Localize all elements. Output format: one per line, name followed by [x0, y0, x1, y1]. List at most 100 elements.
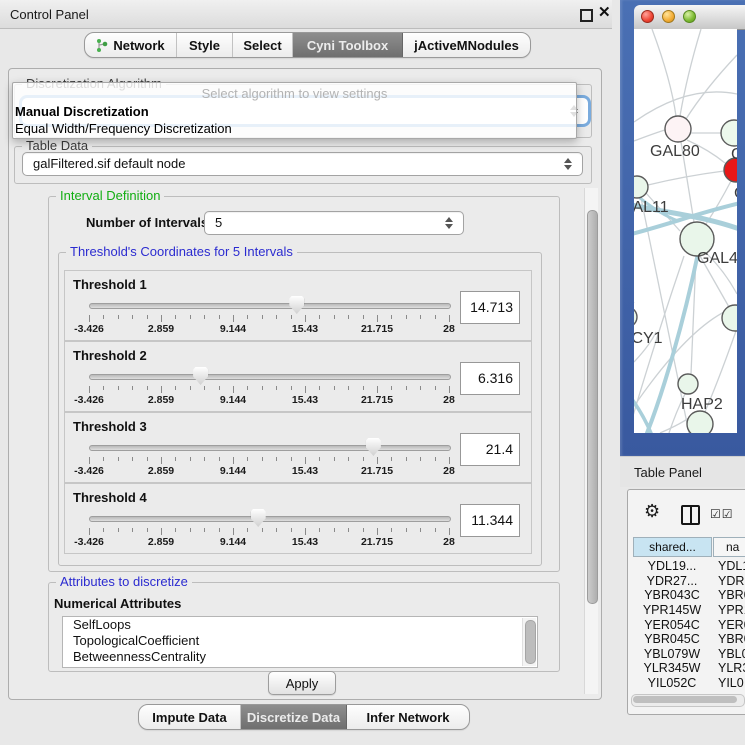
cell-shared-name[interactable]: YER054C: [632, 618, 712, 632]
column-header-shared-name[interactable]: shared...: [633, 537, 712, 557]
table-row[interactable]: YPR145WYPR1: [632, 603, 745, 618]
slider-track[interactable]: [89, 516, 451, 522]
tab-label: Style: [189, 38, 220, 53]
tab-network[interactable]: Network: [85, 33, 177, 57]
attribute-item[interactable]: BetweennessCentrality: [63, 649, 537, 665]
cell-shared-name[interactable]: YLR345W: [632, 661, 712, 675]
threshold-slider[interactable]: -3.4262.8599.14415.4321.71528: [89, 484, 451, 553]
list-scrollbar[interactable]: [522, 618, 536, 666]
network-node[interactable]: [665, 116, 691, 142]
table-data-combobox[interactable]: galFiltered.sif default node: [22, 152, 583, 176]
cell-name[interactable]: YIL0: [712, 676, 744, 690]
cell-shared-name[interactable]: YDL19...: [632, 559, 712, 573]
attribute-item[interactable]: SelfLoops: [63, 617, 537, 633]
list-scrollbar-thumb[interactable]: [525, 620, 536, 664]
cell-name[interactable]: YDR2: [712, 574, 745, 588]
threshold-row: Threshold 2 -3.4262.8599.14415.4321.7152…: [64, 341, 532, 412]
cell-shared-name[interactable]: YBR043C: [632, 588, 712, 602]
threshold-value-field[interactable]: 6.316: [460, 362, 520, 395]
tab-impute-data[interactable]: Impute Data: [139, 705, 241, 729]
network-canvas[interactable]: GAL80 G. GAL11 C GAL4 GCY1 H HAP2: [634, 29, 737, 433]
slider-thumb[interactable]: [289, 296, 304, 314]
tab-cyni-toolbox[interactable]: Cyni Toolbox: [293, 33, 403, 57]
cell-shared-name[interactable]: YDR27...: [632, 574, 712, 588]
group-title: Attributes to discretize: [56, 574, 192, 589]
tab-discretize-data[interactable]: Discretize Data: [241, 705, 347, 729]
threshold-value-field[interactable]: 11.344: [460, 504, 520, 537]
threshold-slider[interactable]: -3.4262.8599.14415.4321.71528: [89, 413, 451, 482]
slider-track[interactable]: [89, 303, 451, 309]
cell-shared-name[interactable]: YBR045C: [632, 632, 712, 646]
table-horizontal-scrollbar-thumb[interactable]: [633, 696, 737, 703]
cell-shared-name[interactable]: YBL079W: [632, 647, 712, 661]
cell-shared-name[interactable]: YIL052C: [632, 676, 712, 690]
slider-track[interactable]: [89, 374, 451, 380]
tab-jactivemnodules[interactable]: jActiveMNodules: [403, 33, 530, 57]
cell-shared-name[interactable]: YPR145W: [632, 603, 712, 617]
table-row[interactable]: YLR345WYLR3: [632, 661, 745, 676]
combo-value: galFiltered.sif default node: [33, 156, 185, 171]
network-node[interactable]: [678, 374, 698, 394]
combo-arrows-icon: [564, 158, 572, 170]
tab-infer-network[interactable]: Infer Network: [347, 705, 469, 729]
cell-name[interactable]: YPR1: [712, 603, 745, 617]
tab-label: jActiveMNodules: [414, 38, 519, 53]
tab-label: Infer Network: [366, 710, 449, 725]
table-row[interactable]: YIL052CYIL0: [632, 676, 745, 691]
num-intervals-combobox[interactable]: 5: [204, 211, 464, 235]
table-row[interactable]: YBR045CYBR0: [632, 632, 745, 647]
node-label: GCY1: [634, 330, 663, 347]
gear-icon[interactable]: ⚙: [644, 502, 660, 520]
threshold-value-field[interactable]: 21.4: [460, 433, 520, 466]
minimize-traffic-light[interactable]: [662, 10, 675, 23]
cell-name[interactable]: YDL1: [712, 559, 745, 573]
table-row[interactable]: YDL19...YDL1: [632, 559, 745, 574]
columns-icon[interactable]: [681, 505, 700, 525]
threshold-slider[interactable]: -3.4262.8599.14415.4321.71528: [89, 342, 451, 411]
network-graph: GAL80 G. GAL11 C GAL4 GCY1 H HAP2: [634, 29, 737, 433]
popup-option-manual-discretization[interactable]: Manual Discretization: [13, 103, 576, 120]
slider-track[interactable]: [89, 445, 451, 451]
column-header-name[interactable]: na: [713, 537, 745, 557]
apply-button[interactable]: Apply: [268, 671, 336, 695]
attribute-item[interactable]: TopologicalCoefficient: [63, 633, 537, 649]
cell-name[interactable]: YBR0: [712, 588, 745, 602]
tab-label: Select: [243, 38, 281, 53]
tab-select[interactable]: Select: [233, 33, 293, 57]
panel-scrollbar[interactable]: [584, 188, 598, 694]
table-row[interactable]: YER054CYER0: [632, 617, 745, 632]
network-window-titlebar[interactable]: [634, 5, 745, 30]
popup-option-equal-width[interactable]: Equal Width/Frequency Discretization: [13, 120, 576, 137]
slider-thumb[interactable]: [193, 367, 208, 385]
slider-thumb[interactable]: [251, 509, 266, 527]
slider-thumb[interactable]: [366, 438, 381, 456]
cell-name[interactable]: YER0: [712, 618, 745, 632]
table-row[interactable]: YBR043CYBR0: [632, 588, 745, 603]
float-window-icon[interactable]: [580, 9, 593, 22]
control-panel-tabs: Network Style Select Cyni Toolbox jActiv…: [84, 32, 531, 58]
cell-name[interactable]: YBR0: [712, 632, 745, 646]
table-horizontal-scrollbar[interactable]: [631, 694, 745, 707]
network-node[interactable]: [687, 411, 713, 433]
tab-style[interactable]: Style: [177, 33, 233, 57]
group-title: Threshold's Coordinates for 5 Intervals: [66, 244, 297, 259]
numerical-attributes-list[interactable]: SelfLoopsTopologicalCoefficientBetweenne…: [62, 616, 538, 668]
network-node[interactable]: [721, 120, 737, 146]
threshold-value-field[interactable]: 14.713: [460, 291, 520, 324]
cell-name[interactable]: YLR3: [712, 661, 745, 675]
zoom-traffic-light[interactable]: [683, 10, 696, 23]
network-node[interactable]: [634, 307, 637, 327]
close-traffic-light[interactable]: [641, 10, 654, 23]
table-row[interactable]: YBL079WYBL0: [632, 647, 745, 662]
panel-scrollbar-thumb[interactable]: [587, 210, 598, 604]
network-node[interactable]: [634, 176, 648, 198]
select-columns-icon[interactable]: ☑☑: [710, 507, 734, 521]
num-intervals-label: Number of Intervals: [86, 215, 208, 230]
network-node[interactable]: [722, 305, 737, 331]
table-row[interactable]: YDR27...YDR2: [632, 574, 745, 589]
cell-name[interactable]: YBL0: [712, 647, 745, 661]
popup-placeholder-item[interactable]: Select algorithm to view settings: [13, 84, 576, 103]
threshold-slider[interactable]: -3.4262.8599.14415.4321.71528: [89, 271, 451, 340]
network-icon: [96, 38, 108, 53]
close-icon[interactable]: ✕: [598, 5, 611, 21]
